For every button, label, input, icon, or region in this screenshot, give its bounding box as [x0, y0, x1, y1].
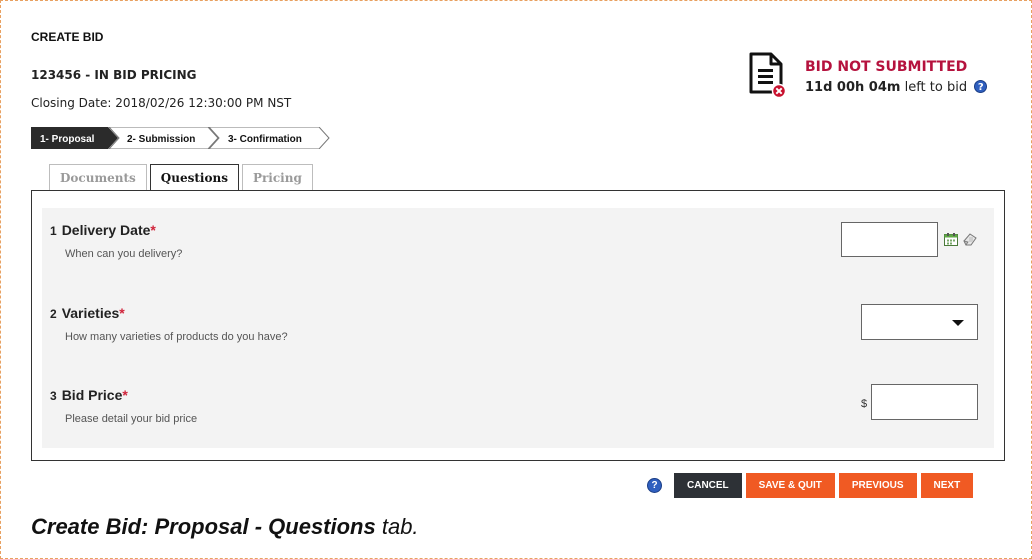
question-varieties: 2 Varieties* How many varieties of produc…: [50, 305, 288, 343]
calendar-icon[interactable]: [944, 233, 958, 246]
step-label: 1- Proposal: [40, 134, 95, 145]
help-icon[interactable]: ?: [647, 478, 662, 493]
question-number: 2: [50, 307, 57, 321]
bid-price-input[interactable]: [871, 384, 978, 420]
step-submission[interactable]: 2- Submission: [108, 127, 219, 149]
help-icon[interactable]: ?: [974, 80, 988, 93]
required-mark: *: [122, 387, 128, 403]
clear-date-icon[interactable]: [962, 232, 978, 246]
question-number: 1: [50, 224, 57, 238]
cancel-button[interactable]: CANCEL: [674, 473, 742, 498]
next-button[interactable]: NEXT: [920, 473, 974, 498]
step-label: 2- Submission: [127, 134, 195, 145]
closing-date-label: Closing Date:: [31, 96, 112, 110]
previous-button[interactable]: PREVIOUS: [838, 473, 917, 498]
question-number: 3: [50, 389, 57, 403]
tab-pricing[interactable]: Pricing: [241, 164, 313, 191]
varieties-select[interactable]: [861, 304, 978, 340]
save-and-quit-button[interactable]: SAVE & QUIT: [745, 473, 835, 498]
required-mark: *: [150, 222, 156, 238]
tab-documents[interactable]: Documents: [49, 164, 147, 191]
closing-date: Closing Date: 2018/02/26 12:30:00 PM NST: [31, 96, 291, 110]
step-confirmation[interactable]: 3- Confirmation: [208, 127, 330, 149]
caption-rest: tab.: [375, 514, 419, 539]
bid-reference: 123456 - IN BID PRICING: [31, 68, 197, 82]
question-title: Bid Price: [61, 387, 123, 403]
question-delivery-date: 1 Delivery Date* When can you delivery?: [50, 222, 182, 260]
bid-document-error-icon: [749, 52, 785, 98]
figure-caption: Create Bid: Proposal - Questions tab.: [31, 514, 419, 540]
step-proposal[interactable]: 1- Proposal: [31, 127, 118, 149]
question-description: Please detail your bid price: [65, 413, 198, 425]
tab-questions[interactable]: Questions: [149, 164, 239, 192]
page-title: CREATE BID: [31, 30, 104, 44]
proposal-tabs: Documents Questions Pricing: [49, 164, 316, 192]
chevron-down-icon: [952, 320, 964, 326]
currency-symbol: $: [861, 398, 868, 410]
time-remaining-suffix: left to bid: [904, 80, 968, 95]
closing-date-value: 2018/02/26 12:30:00 PM NST: [115, 96, 292, 110]
bid-time-remaining: 11d 00h 04m left to bid ?: [805, 80, 988, 95]
question-title: Varieties: [61, 305, 120, 321]
time-remaining-value: 11d 00h 04m: [805, 80, 901, 95]
progress-stepper: 1- Proposal 2- Submission 3- Confirmatio…: [31, 127, 330, 149]
caption-bold: Create Bid: Proposal - Questions: [31, 514, 376, 539]
question-description: How many varieties of products do you ha…: [65, 331, 288, 343]
action-bar: ? CANCEL SAVE & QUIT PREVIOUS NEXT: [647, 473, 974, 498]
step-label: 3- Confirmation: [228, 134, 302, 145]
bid-status-title: BID NOT SUBMITTED: [805, 59, 968, 75]
required-mark: *: [119, 305, 125, 321]
delivery-date-input[interactable]: [841, 222, 938, 257]
question-title: Delivery Date: [61, 222, 151, 238]
question-description: When can you delivery?: [65, 248, 183, 260]
question-bid-price: 3 Bid Price* Please detail your bid price: [50, 387, 197, 425]
